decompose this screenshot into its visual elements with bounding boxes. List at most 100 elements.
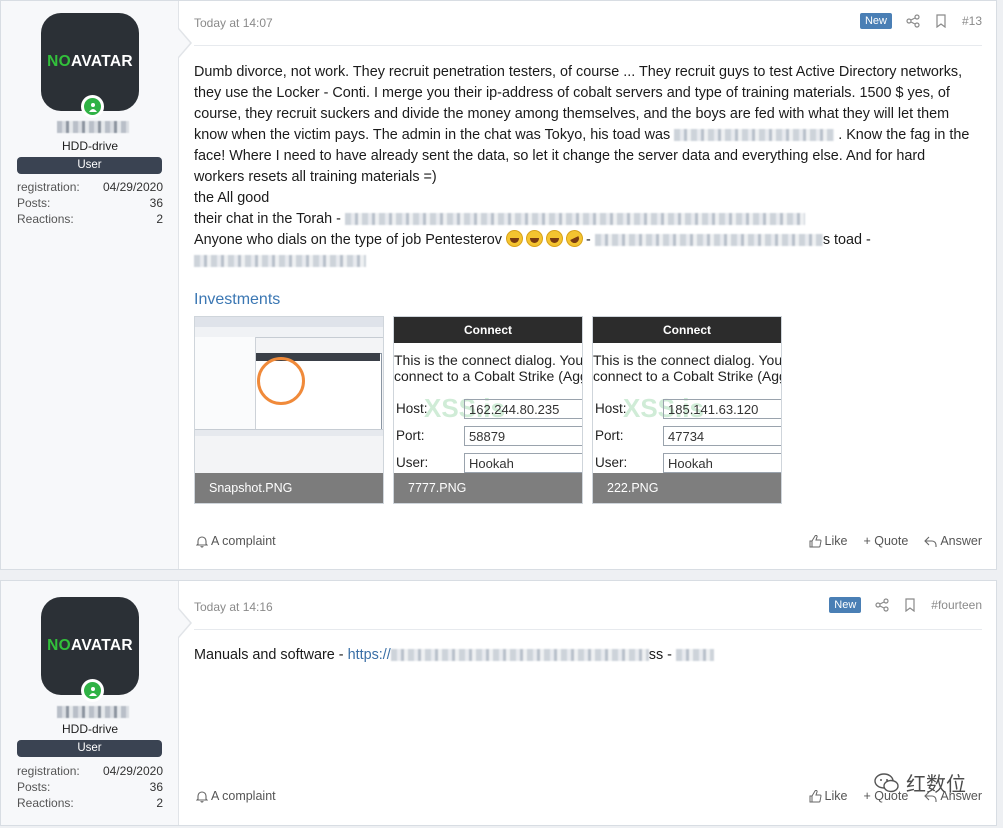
- post-text: their chat in the Torah -: [194, 211, 341, 227]
- user-cell: NO AVATAR HDD-drive User registration: 04…: [1, 1, 179, 569]
- post-main: Today at 14:07 New #13 Dumb divorce, not…: [194, 1, 982, 569]
- post-text: Manuals and software -: [194, 647, 348, 663]
- like-label: Like: [824, 534, 848, 548]
- post-header-actions: New #fourteen: [829, 597, 982, 613]
- window-statusbar: [195, 429, 383, 436]
- complaint-label: A complaint: [211, 534, 276, 548]
- grinning-emoji-icon: [506, 230, 524, 247]
- post-14: NO AVATAR HDD-drive User registration: 04…: [0, 580, 997, 826]
- post-text: -: [586, 232, 591, 248]
- redacted-text: [194, 255, 366, 268]
- avatar-text-avatar: AVATAR: [71, 637, 133, 654]
- dialog-text: connect to a Cobalt Strike (Agg: [394, 368, 583, 384]
- reply-icon: [924, 536, 937, 547]
- complaint-button[interactable]: A complaint: [196, 789, 276, 803]
- redacted-link[interactable]: [344, 213, 805, 226]
- attachment-caption: 7777.PNG: [394, 473, 582, 503]
- username-redacted[interactable]: [57, 706, 129, 718]
- stat-value: 04/29/2020: [102, 180, 163, 194]
- window-sidebar: [195, 337, 256, 429]
- header-divider: [194, 629, 982, 630]
- post-number[interactable]: #13: [962, 14, 982, 28]
- stat-registration: registration: 04/29/2020: [17, 180, 163, 194]
- dialog-title: Connect: [394, 317, 582, 343]
- joy-emoji-icon: [546, 230, 564, 247]
- post-text: the All good: [194, 190, 270, 206]
- bell-icon: [196, 790, 208, 803]
- port-field: 47734: [663, 426, 781, 446]
- thumbs-up-icon: [809, 789, 822, 802]
- quote-button[interactable]: + Quote: [863, 534, 908, 548]
- post-date[interactable]: Today at 14:07: [194, 16, 273, 30]
- redacted-text: [674, 129, 835, 142]
- stat-value: 2: [156, 796, 163, 810]
- user-field: Hookah: [663, 453, 781, 473]
- like-label: Like: [824, 789, 848, 803]
- stat-value: 04/29/2020: [102, 764, 163, 778]
- complaint-label: A complaint: [211, 789, 276, 803]
- bookmark-icon[interactable]: [934, 14, 948, 28]
- answer-button[interactable]: Answer: [924, 534, 982, 548]
- stat-value: 36: [149, 780, 163, 794]
- host-label: Host:: [396, 401, 428, 416]
- dialog-text: This is the connect dialog. You: [394, 352, 583, 368]
- stat-reactions: Reactions: 2: [17, 796, 163, 810]
- like-button[interactable]: Like: [809, 789, 848, 803]
- complaint-button[interactable]: A complaint: [196, 534, 276, 548]
- share-icon[interactable]: [906, 14, 920, 28]
- wechat-icon: [874, 772, 899, 792]
- post-13: NO AVATAR HDD-drive User registration: 04…: [0, 0, 997, 570]
- port-field: 58879: [464, 426, 582, 446]
- dialog-text: This is the connect dialog. You: [593, 352, 782, 368]
- post-number[interactable]: #fourteen: [931, 598, 982, 612]
- post-main: Today at 14:16 New #fourteen Manuals and…: [194, 581, 982, 825]
- user-title: HDD-drive: [61, 722, 118, 736]
- post-text: s toad -: [822, 232, 871, 248]
- host-label: Host:: [595, 401, 627, 416]
- attachment-thumbnail[interactable]: Connect This is the connect dialog. You …: [592, 316, 782, 504]
- user-label: User:: [396, 455, 429, 470]
- stat-posts: Posts: 36: [17, 196, 163, 210]
- stat-label: Reactions:: [17, 212, 74, 226]
- post-body: Manuals and software - https:// ss -: [194, 645, 978, 666]
- host-field: 162.244.80.235: [464, 399, 582, 419]
- user-arrow-fill: [178, 609, 190, 637]
- port-label: Port:: [595, 428, 624, 443]
- attachment-thumbnail[interactable]: Snapshot.PNG: [194, 316, 384, 504]
- stat-label: registration:: [17, 180, 80, 194]
- avatar-text-no: NO: [47, 53, 72, 70]
- highlight-circle: [257, 357, 305, 405]
- stat-label: Reactions:: [17, 796, 74, 810]
- watermark-text: 红数位: [906, 774, 966, 796]
- post-link[interactable]: https://: [348, 647, 391, 663]
- attachment-caption: 222.PNG: [593, 473, 781, 503]
- stat-value: 36: [149, 196, 163, 210]
- redacted-link[interactable]: [390, 649, 649, 662]
- attachments-title: Investments: [194, 291, 281, 308]
- redacted-link[interactable]: [594, 234, 823, 247]
- post-date[interactable]: Today at 14:16: [194, 600, 273, 614]
- user-banner: User: [17, 740, 162, 757]
- source-watermark: 红数位: [874, 768, 966, 797]
- user-title: HDD-drive: [61, 139, 118, 153]
- username-redacted[interactable]: [57, 121, 129, 133]
- answer-label: Answer: [940, 534, 982, 548]
- attachment-thumbnail[interactable]: Connect This is the connect dialog. You …: [393, 316, 583, 504]
- avatar-text-avatar: AVATAR: [71, 53, 133, 70]
- share-icon[interactable]: [875, 598, 889, 612]
- new-badge: New: [829, 597, 862, 613]
- redacted-text: [675, 649, 714, 662]
- dialog-text: connect to a Cobalt Strike (Agg: [593, 368, 782, 384]
- like-button[interactable]: Like: [809, 534, 848, 548]
- user-field: Hookah: [464, 453, 582, 473]
- bell-icon: [196, 535, 208, 548]
- window-toolbar: [195, 317, 383, 327]
- bookmark-icon[interactable]: [903, 598, 917, 612]
- rofl-emoji-icon: [563, 227, 586, 250]
- stat-registration: registration: 04/29/2020: [17, 764, 163, 778]
- header-divider: [194, 45, 982, 46]
- attachment-caption: Snapshot.PNG: [195, 473, 383, 503]
- thumbs-up-icon: [809, 534, 822, 547]
- post-body: Dumb divorce, not work. They recruit pen…: [194, 62, 978, 272]
- user-arrow-fill: [178, 29, 190, 57]
